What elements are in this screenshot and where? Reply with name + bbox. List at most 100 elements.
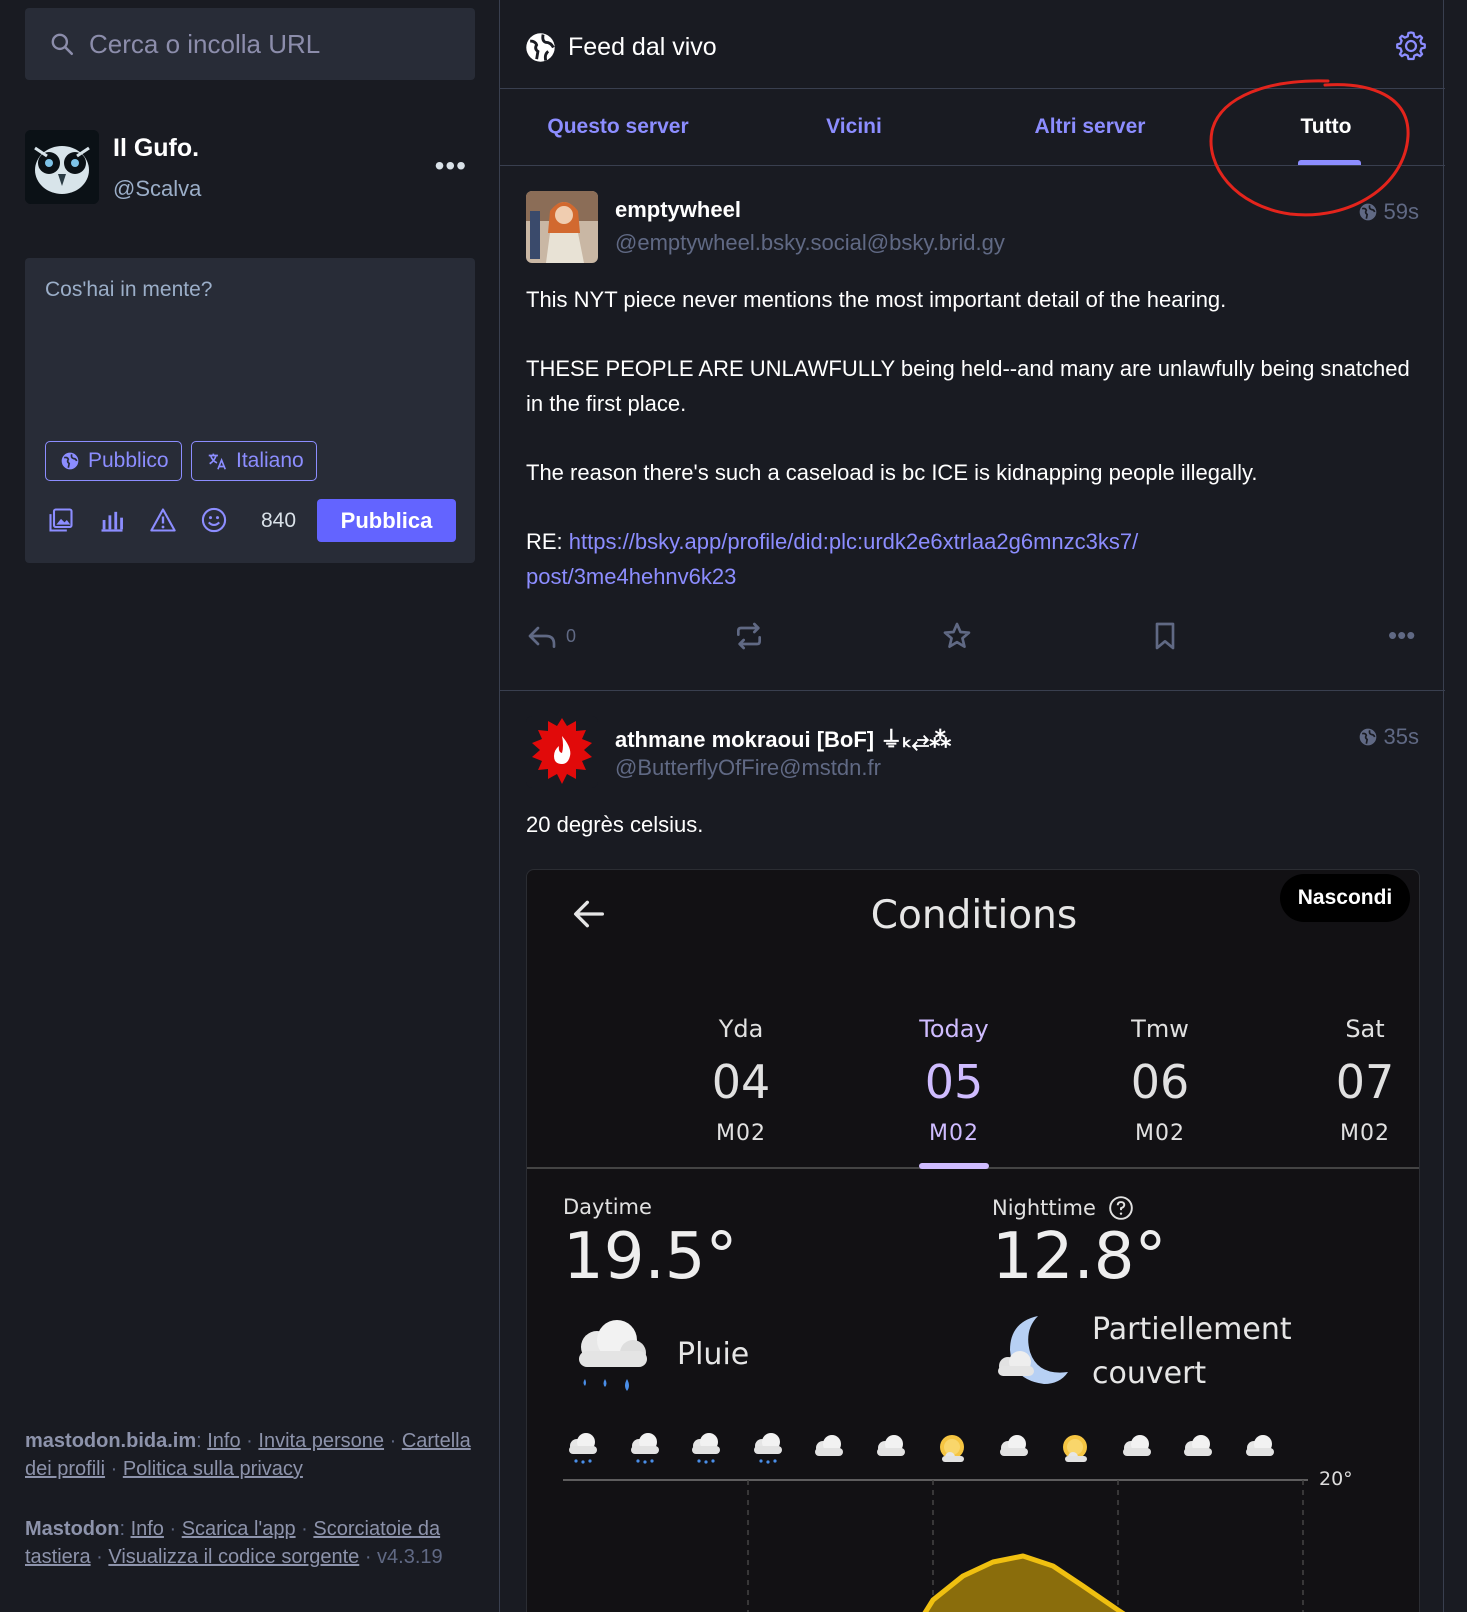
hide-media-button[interactable]: Nascondi — [1280, 874, 1410, 922]
more-options-icon[interactable]: ••• — [435, 150, 467, 182]
day-name: Tmw — [1131, 1015, 1189, 1043]
day-tab-saturday: Sat 07 M02 — [1295, 1015, 1419, 1146]
translate-icon — [208, 453, 227, 470]
cloud-icon — [1240, 1430, 1280, 1470]
day-month: M02 — [929, 1121, 979, 1146]
mastodon-footer: Mastodon: Info · Scarica l'app · Scorcia… — [25, 1518, 443, 1568]
status-card[interactable]: emptywheel @emptywheel.bsky.social@bsky.… — [500, 167, 1445, 691]
rain-cloud-icon — [748, 1430, 788, 1470]
compose-textarea[interactable]: Cos'hai in mente? — [45, 278, 212, 302]
selected-day-indicator — [919, 1163, 989, 1169]
account-panel: Il Gufo. @Scalva ••• — [25, 130, 475, 205]
tab-all[interactable]: Tutto — [1208, 115, 1444, 139]
search-icon — [51, 33, 74, 56]
language-label: Italiano — [236, 449, 304, 472]
active-tab-indicator — [1298, 160, 1361, 165]
status-card[interactable]: athmane mokraoui [BoF] ⏚ₖ⥄⁂ @ButterflyOf… — [500, 692, 1445, 1612]
day-name: Sat — [1345, 1015, 1385, 1043]
footer-link-invite[interactable]: Invita persone — [258, 1430, 384, 1452]
day-month: M02 — [716, 1121, 766, 1146]
language-button[interactable]: Italiano — [191, 441, 317, 481]
cloud-icon — [871, 1430, 911, 1470]
display-name[interactable]: emptywheel — [615, 197, 741, 223]
nighttime-condition: Partiellement couvert — [1092, 1308, 1292, 1396]
day-tab-tomorrow: Tmw 06 M02 — [1090, 1015, 1230, 1146]
add-media-icon[interactable] — [47, 506, 98, 534]
status-paragraph: This NYT piece never mentions the most i… — [526, 287, 1227, 312]
status-time[interactable]: 59s — [1358, 199, 1419, 225]
day-tab-yesterday: Yda 04 M02 — [671, 1015, 811, 1146]
search-bar[interactable]: Cerca o incolla URL — [25, 8, 475, 80]
visibility-label: Pubblico — [88, 449, 169, 472]
day-name: Today — [919, 1015, 989, 1043]
temperature-chart — [563, 1479, 1308, 1612]
status-time[interactable]: 35s — [1358, 724, 1419, 750]
footer-link-source[interactable]: Visualizza il codice sorgente — [108, 1546, 359, 1568]
profile-handle[interactable]: @Scalva — [113, 176, 201, 202]
publish-button[interactable]: Pubblica — [317, 499, 456, 542]
footer-link-privacy[interactable]: Politica sulla privacy — [123, 1458, 303, 1480]
status-content: This NYT piece never mentions the most i… — [526, 282, 1426, 628]
visibility-button[interactable]: Pubblico — [45, 441, 182, 481]
cloud-icon — [1117, 1430, 1157, 1470]
footer-link-info[interactable]: Info — [207, 1430, 240, 1452]
tab-this-server[interactable]: Questo server — [500, 115, 736, 139]
tab-other-servers[interactable]: Altri server — [972, 115, 1208, 139]
account-handle[interactable]: @emptywheel.bsky.social@bsky.brid.gy — [615, 230, 1005, 256]
display-name[interactable]: athmane mokraoui [BoF] ⏚ₖ⥄⁂ — [615, 722, 951, 754]
footer-link-app[interactable]: Scarica l'app — [182, 1518, 296, 1540]
media-attachment[interactable]: Conditions Nascondi Yda 04 M02 Today 05 … — [526, 869, 1420, 1612]
daytime-temperature: 19.5° — [563, 1220, 738, 1294]
content-warning-icon[interactable] — [149, 506, 200, 534]
footer-link-about[interactable]: Info — [131, 1518, 164, 1540]
status-actions: 0 ••• — [526, 620, 1419, 660]
daytime-condition: Pluie — [677, 1337, 750, 1372]
status-paragraph: The reason there's such a caseload is bc… — [526, 460, 1258, 485]
nighttime-temperature: 12.8° — [992, 1220, 1167, 1294]
relative-time: 35s — [1383, 724, 1419, 749]
globe-icon — [61, 452, 79, 470]
avatar[interactable] — [526, 716, 598, 788]
rain-cloud-icon — [686, 1430, 726, 1470]
bookmark-button[interactable] — [1149, 620, 1181, 652]
account-handle[interactable]: @ButterflyOfFire@mstdn.fr — [615, 755, 881, 781]
daytime-label: Daytime — [563, 1195, 652, 1219]
day-month: M02 — [1135, 1121, 1185, 1146]
status-paragraph: RE: https://bsky.app/profile/did:plc:urd… — [526, 524, 1426, 594]
avatar[interactable] — [526, 191, 598, 263]
day-date: 06 — [1130, 1055, 1190, 1109]
star-icon — [943, 622, 971, 648]
server-name: mastodon.bida.im — [25, 1430, 197, 1452]
poll-icon[interactable] — [98, 506, 149, 534]
rain-cloud-icon — [563, 1430, 603, 1470]
favourite-button[interactable] — [941, 620, 973, 652]
cloud-icon — [809, 1430, 849, 1470]
mastodon-label: Mastodon — [25, 1518, 120, 1540]
day-date: 04 — [711, 1055, 771, 1109]
nighttime-label: Nighttime — [992, 1196, 1096, 1220]
re-prefix: RE: — [526, 529, 569, 554]
rain-cloud-icon — [579, 1320, 647, 1391]
boost-icon — [737, 622, 761, 650]
emoji-icon[interactable] — [200, 506, 251, 534]
compose-toolbar — [47, 498, 251, 542]
rain-cloud-icon — [625, 1430, 665, 1470]
search-input[interactable]: Cerca o incolla URL — [89, 29, 320, 60]
reply-count: 0 — [566, 625, 577, 646]
moon-cloud-icon — [998, 1316, 1068, 1384]
status-link-continued[interactable]: post/3me4hehnv6k23 — [526, 564, 736, 589]
cloud-icon — [1178, 1430, 1218, 1470]
profile-name[interactable]: Il Gufo. — [113, 134, 199, 163]
gear-icon[interactable] — [1394, 29, 1428, 63]
tab-neighbours[interactable]: Vicini — [736, 115, 972, 139]
reply-button[interactable]: 0 — [526, 620, 576, 652]
day-name: Yda — [718, 1015, 764, 1043]
sun-cloud-icon — [1055, 1430, 1095, 1470]
bookmark-icon — [1155, 622, 1175, 650]
avatar[interactable] — [25, 130, 99, 204]
sidebar: Cerca o incolla URL Il Gufo. @Scalva •••… — [0, 0, 490, 1612]
more-options-icon[interactable]: ••• — [1388, 620, 1415, 651]
status-link[interactable]: https://bsky.app/profile/did:plc:urdk2e6… — [569, 529, 1138, 554]
column-header: Feed dal vivo — [500, 0, 1445, 89]
boost-button[interactable] — [733, 620, 765, 652]
